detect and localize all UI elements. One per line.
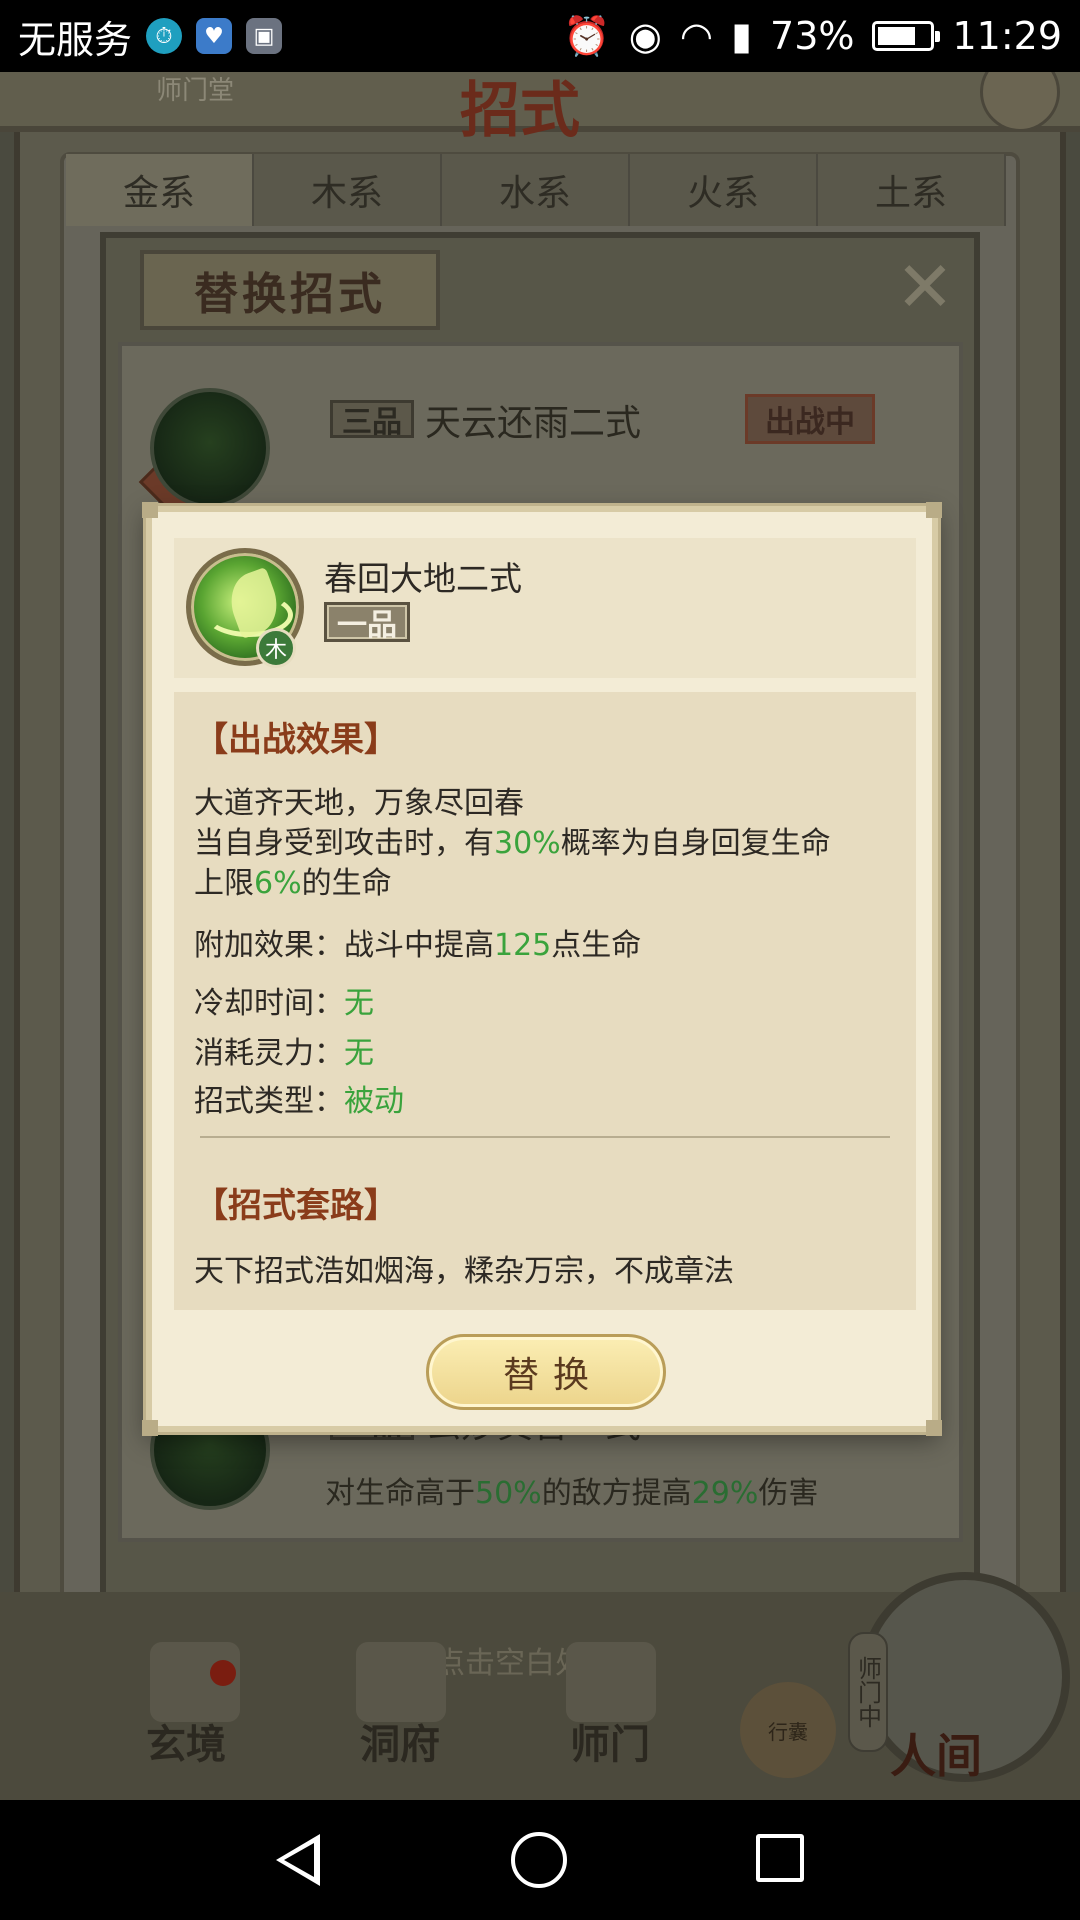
skill-avatar <box>150 388 270 508</box>
skill-detail-popup: 木 春回大地二式 一品 【出战效果】 大道齐天地，万象尽回春 当自身受到攻击时，… <box>142 502 942 1436</box>
routine-text: 天下招式浩如烟海，糅杂万宗，不成章法 <box>194 1254 734 1289</box>
grade-badge: 三品 <box>330 400 414 440</box>
grade-badge: 一品 <box>324 602 410 643</box>
element-badge: 木 <box>256 628 296 668</box>
battery-percent: 73% <box>770 14 855 58</box>
nav-xuanjing[interactable]: 玄境 <box>146 1712 226 1770</box>
effect-title: 【出战效果】 <box>194 720 398 760</box>
tab-wood[interactable]: 木系 <box>254 154 442 226</box>
effect-line-1: 大道齐天地，万象尽回春 <box>194 786 524 821</box>
effect-line-3: 上限6%的生命 <box>194 866 392 901</box>
sim-icon: ▮ <box>731 14 753 58</box>
tab-metal[interactable]: 金系 <box>66 154 254 226</box>
notification-dot <box>210 1660 236 1686</box>
skill-header: 木 春回大地二式 一品 <box>174 538 916 678</box>
carrier-label: 无服务 <box>18 17 133 62</box>
sect-status-tag: 师门中 <box>848 1632 888 1752</box>
skill-details: 【出战效果】 大道齐天地，万象尽回春 当自身受到攻击时，有30%概率为自身回复生… <box>174 692 916 1310</box>
skill-name: 春回大地二式 <box>324 559 522 598</box>
gallery-app-icon: ▣ <box>246 18 283 54</box>
replace-button[interactable]: 替换 <box>426 1334 666 1410</box>
game-screen[interactable]: 招式 师门堂 金系 木系 水系 火系 土系 替换招式 ✕ 三品 天云还雨二式 出… <box>0 72 1080 1800</box>
close-icon[interactable]: ✕ <box>895 252 955 322</box>
skill-type: 招式类型：被动 <box>194 1084 404 1119</box>
back-icon[interactable] <box>276 1834 320 1886</box>
effect-line-2: 当自身受到攻击时，有30%概率为自身回复生命 <box>194 826 831 861</box>
page-title: 招式 <box>460 76 580 146</box>
mana-cost: 消耗灵力：无 <box>194 1036 374 1071</box>
tab-earth[interactable]: 土系 <box>818 154 1006 226</box>
timer-app-icon: ⏱ <box>146 18 183 54</box>
battery-icon <box>872 21 941 51</box>
clock: 11:29 <box>952 14 1062 58</box>
home-icon[interactable] <box>511 1832 567 1888</box>
nav-shimen[interactable]: 师门 <box>570 1712 650 1770</box>
in-battle-badge: 出战中 <box>745 394 875 444</box>
element-tabs: 金系 木系 水系 火系 土系 <box>66 154 1006 226</box>
alarm-icon: ⏰ <box>563 13 611 58</box>
list-item[interactable]: 三品 天云还雨二式 出战中 <box>150 388 920 508</box>
skill-description: 对生命高于50%的敌方提高29%伤害 <box>325 1476 819 1511</box>
recent-apps-icon[interactable] <box>756 1834 804 1882</box>
page-subtitle: 师门堂 <box>156 76 235 106</box>
routine-title: 【招式套路】 <box>194 1186 398 1226</box>
cooldown: 冷却时间：无 <box>194 986 374 1021</box>
status-bar: 无服务 ⏱ ♥ ▣ ⏰ ◉ ◠ ▮ 73% 11:29 <box>0 0 1080 72</box>
pavilion-icon <box>356 1642 446 1722</box>
system-nav-bar <box>0 1800 1080 1920</box>
divider <box>200 1136 890 1138</box>
nav-renjian[interactable]: 人间 <box>890 1720 982 1786</box>
tab-water[interactable]: 水系 <box>442 154 630 226</box>
health-app-icon: ♥ <box>196 18 233 54</box>
skill-name: 天云还雨二式 <box>425 403 642 444</box>
eye-comfort-icon: ◉ <box>628 14 662 58</box>
tab-fire[interactable]: 火系 <box>630 154 818 226</box>
bonus-effect: 附加效果：战斗中提高125点生命 <box>194 928 642 963</box>
replace-dialog-title: 替换招式 <box>140 250 440 330</box>
sect-icon <box>566 1642 656 1722</box>
nav-bag[interactable]: 行囊 <box>740 1682 836 1778</box>
wifi-icon: ◠ <box>679 14 714 58</box>
nav-dongfu[interactable]: 洞府 <box>360 1712 440 1770</box>
